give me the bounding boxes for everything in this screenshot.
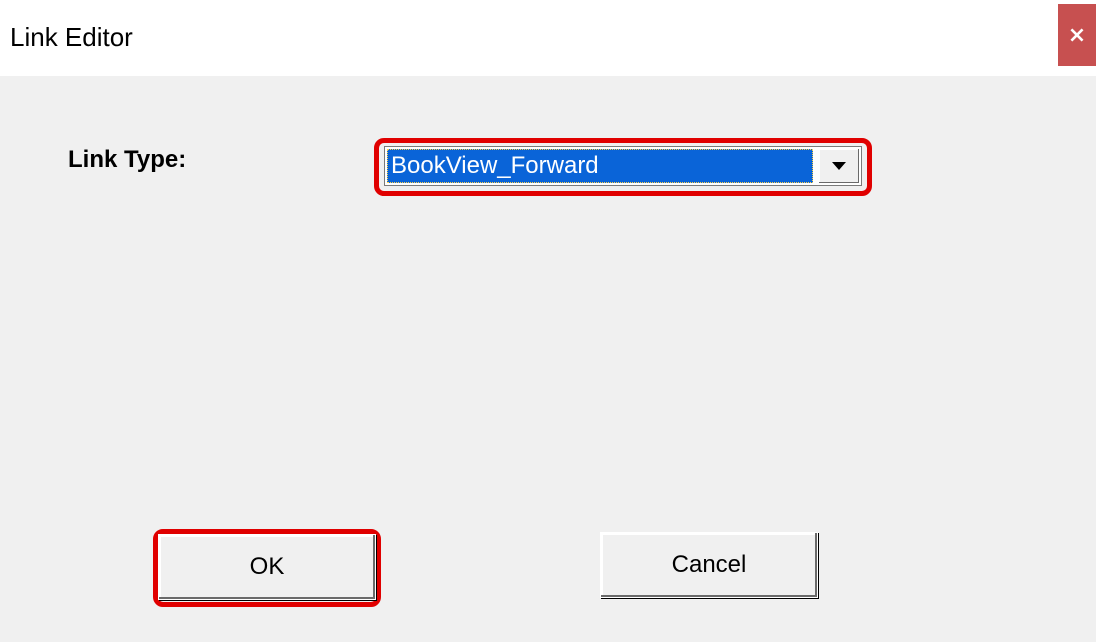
- ok-button[interactable]: OK: [158, 534, 376, 600]
- dropdown-button[interactable]: [818, 149, 859, 183]
- link-type-selected-value[interactable]: BookView_Forward: [387, 149, 813, 183]
- close-icon: ×: [1067, 22, 1087, 48]
- dialog-body: Link Type: BookView_Forward OK Cancel: [0, 76, 1096, 642]
- window-title: Link Editor: [10, 22, 133, 52]
- cancel-button[interactable]: Cancel: [600, 532, 818, 598]
- link-type-label: Link Type:: [68, 146, 187, 173]
- title-bar: Link Editor ×: [0, 0, 1096, 76]
- chevron-down-icon: [832, 162, 846, 170]
- link-type-dropdown[interactable]: BookView_Forward: [384, 146, 862, 186]
- close-button[interactable]: ×: [1058, 4, 1096, 66]
- link-editor-dialog: Link Editor × Link Type: BookView_Forwar…: [0, 0, 1096, 642]
